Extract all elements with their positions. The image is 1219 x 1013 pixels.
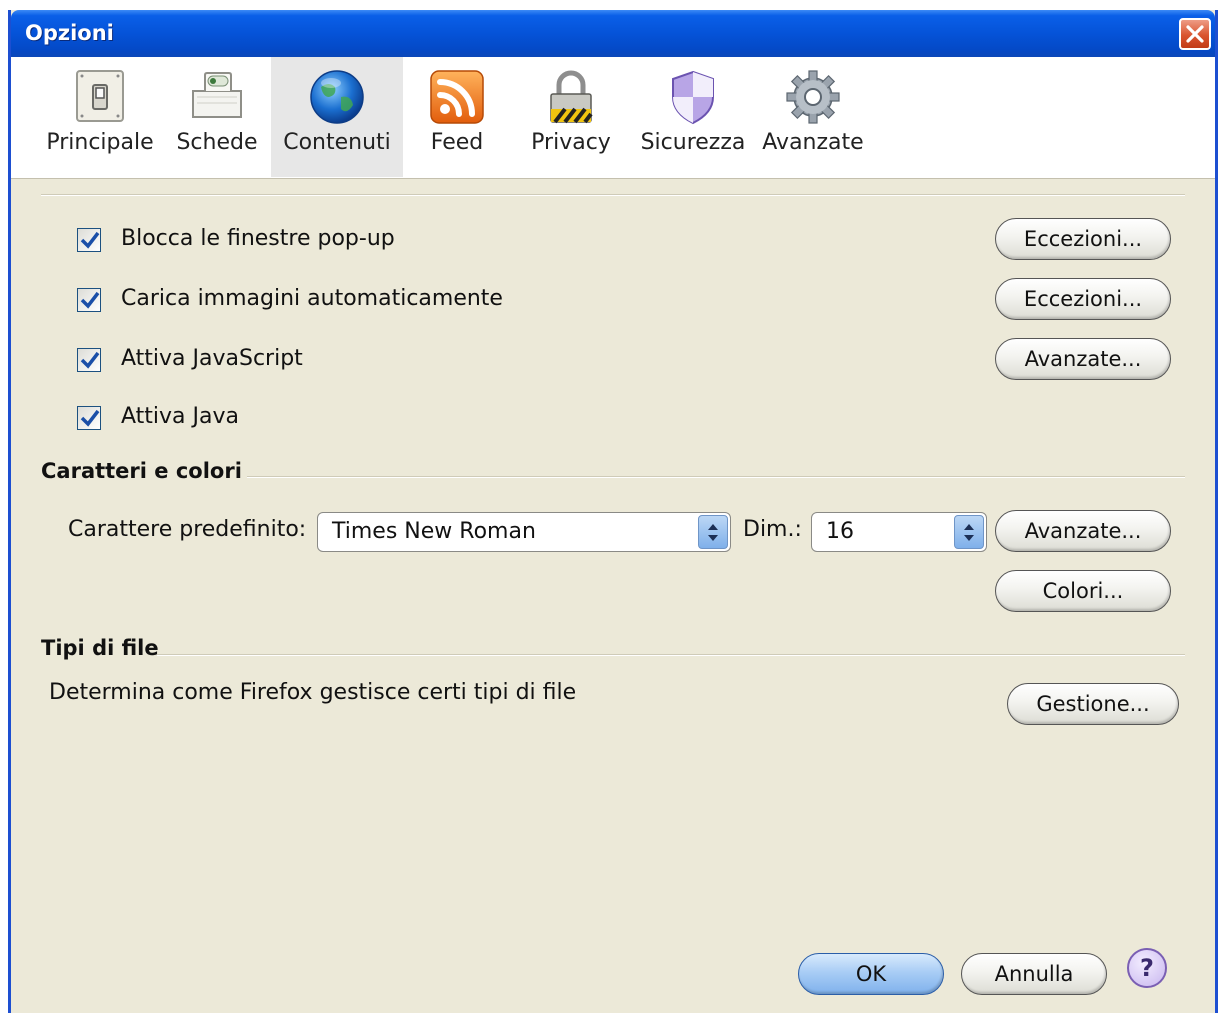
default-font-select[interactable]: Times New Roman	[317, 512, 731, 552]
file-types-divider	[157, 654, 1185, 656]
tab-contenuti-label: Contenuti	[283, 130, 391, 155]
block-popups-label[interactable]: Blocca le finestre pop-up	[121, 226, 395, 251]
popup-exceptions-button[interactable]: Eccezioni...	[995, 218, 1171, 260]
tab-sicurezza[interactable]: Sicurezza	[631, 57, 755, 177]
enable-java-checkbox[interactable]	[77, 406, 101, 430]
block-popups-checkbox[interactable]	[77, 228, 101, 252]
checkmark-icon	[80, 291, 100, 309]
tab-principale[interactable]: Principale	[40, 57, 160, 177]
cancel-button[interactable]: Annulla	[961, 953, 1107, 995]
font-size-value: 16	[826, 519, 854, 544]
padlock-icon	[550, 70, 593, 124]
title-bar[interactable]: Opzioni	[11, 10, 1215, 57]
close-button[interactable]	[1179, 18, 1211, 50]
javascript-advanced-button[interactable]: Avanzate...	[995, 338, 1171, 380]
checkmark-icon	[80, 231, 100, 249]
preferences-toolbar: Principale Schede Contenuti Feed Privacy…	[11, 57, 1215, 179]
tabs-icon	[192, 72, 242, 118]
tab-avanzate[interactable]: Avanzate	[755, 57, 871, 177]
tab-privacy[interactable]: Privacy	[521, 57, 621, 177]
default-font-value: Times New Roman	[332, 519, 536, 544]
enable-javascript-checkbox[interactable]	[77, 348, 101, 372]
fonts-divider	[247, 476, 1185, 478]
default-font-label: Carattere predefinito:	[68, 517, 307, 542]
shield-icon	[672, 70, 714, 125]
ok-button[interactable]: OK	[798, 953, 944, 995]
file-types-description: Determina come Firefox gestisce certi ti…	[49, 680, 577, 705]
load-images-checkbox[interactable]	[77, 288, 101, 312]
checkmark-icon	[80, 351, 100, 369]
tab-contenuti[interactable]: Contenuti	[271, 57, 403, 177]
file-types-heading: Tipi di file	[41, 636, 159, 660]
tab-privacy-label: Privacy	[531, 130, 611, 155]
close-icon	[1186, 25, 1204, 43]
checkmark-icon	[80, 409, 100, 427]
options-dialog: Opzioni Principale Schede Contenuti Feed…	[8, 10, 1218, 1013]
fonts-advanced-button[interactable]: Avanzate...	[995, 510, 1171, 552]
rss-feed-icon	[430, 70, 484, 124]
updown-arrows-icon	[954, 515, 984, 549]
help-icon: ?	[1140, 954, 1154, 982]
tab-feed[interactable]: Feed	[415, 57, 499, 177]
enable-javascript-label[interactable]: Attiva JavaScript	[121, 346, 303, 371]
top-divider	[41, 194, 1185, 196]
window-title: Opzioni	[25, 21, 114, 45]
content-panel: Blocca le finestre pop-up Eccezioni... C…	[11, 178, 1215, 1013]
gear-icon	[786, 70, 840, 124]
enable-java-label[interactable]: Attiva Java	[121, 404, 239, 429]
font-size-label: Dim.:	[743, 517, 802, 542]
help-button[interactable]: ?	[1127, 948, 1167, 988]
globe-icon	[310, 70, 364, 124]
tab-sicurezza-label: Sicurezza	[640, 130, 746, 155]
fonts-colors-heading: Caratteri e colori	[41, 459, 242, 483]
manage-file-types-button[interactable]: Gestione...	[1007, 683, 1179, 725]
images-exceptions-button[interactable]: Eccezioni...	[995, 278, 1171, 320]
font-size-select[interactable]: 16	[811, 512, 987, 552]
tab-avanzate-label: Avanzate	[762, 130, 864, 155]
updown-arrows-icon	[698, 515, 728, 549]
tab-schede-label: Schede	[176, 130, 258, 155]
tab-schede[interactable]: Schede	[163, 57, 271, 177]
switch-icon	[76, 70, 124, 122]
load-images-label[interactable]: Carica immagini automaticamente	[121, 286, 503, 311]
tab-feed-label: Feed	[430, 130, 484, 155]
colors-button[interactable]: Colori...	[995, 570, 1171, 612]
tab-principale-label: Principale	[46, 130, 154, 155]
